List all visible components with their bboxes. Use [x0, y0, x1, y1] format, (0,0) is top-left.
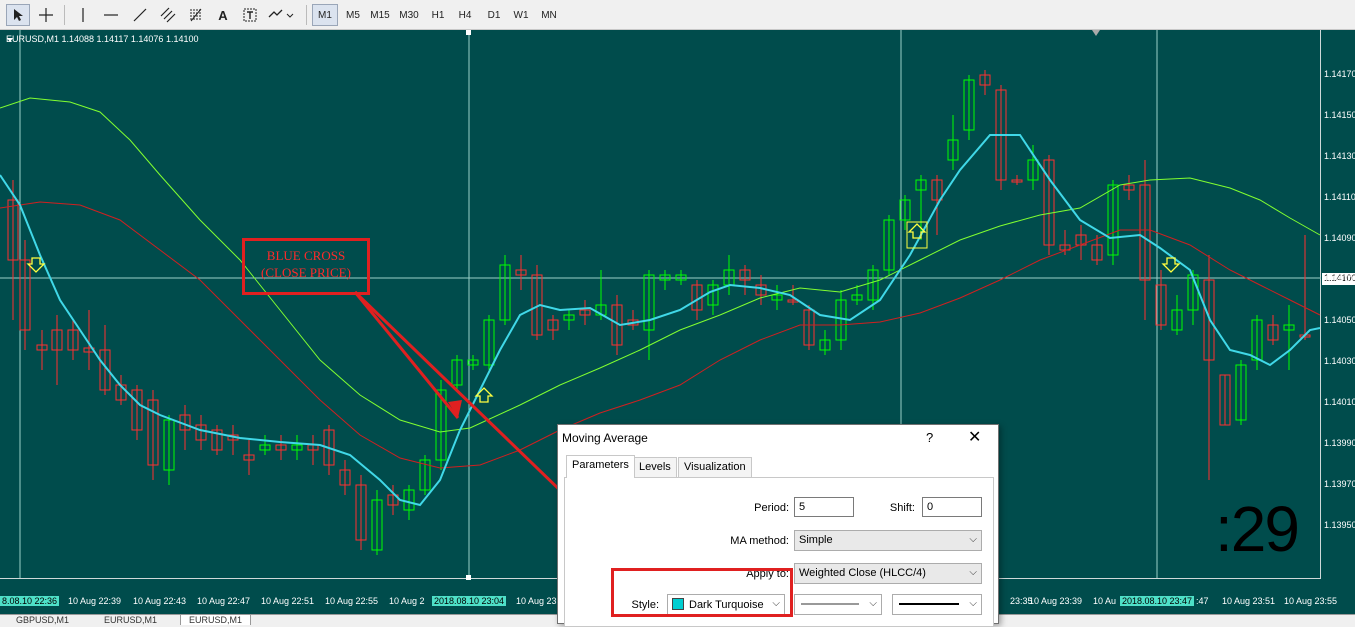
horizontal-line-icon[interactable]: [99, 4, 123, 26]
line-handle[interactable]: [466, 30, 471, 35]
time-axis-label: :47: [1196, 596, 1209, 606]
line-width-preview-icon: [899, 603, 959, 605]
tab-visualization[interactable]: Visualization: [678, 457, 752, 477]
price-axis-label: 1.14130: [1324, 151, 1355, 161]
timeframe-w1[interactable]: W1: [508, 4, 534, 26]
time-axis-label: 10 Aug 23:: [516, 596, 560, 606]
price-axis-label: 1.14150: [1324, 110, 1355, 120]
time-axis-label: 10 Aug 2: [389, 596, 425, 606]
style-color-select[interactable]: Dark Turquoise ⌵: [667, 594, 785, 615]
timeframe-m1[interactable]: M1: [312, 4, 338, 26]
fibonacci-retracement-icon[interactable]: [184, 4, 208, 26]
toolbar: A M1 M5 M15 M30 H1 H4 D1 W1 MN: [0, 0, 1355, 30]
chart-title: EURUSD,M1 1.14088 1.14117 1.14076 1.1410…: [6, 34, 199, 44]
line-handle[interactable]: [466, 575, 471, 580]
arrow-objects-icon[interactable]: [266, 4, 298, 26]
price-axis-label: 1.14090: [1324, 233, 1355, 243]
period-label: Period:: [754, 502, 789, 514]
ma-method-value: Simple: [799, 534, 833, 546]
timeframe-h4[interactable]: H4: [452, 4, 478, 26]
timeframe-m15[interactable]: M15: [367, 4, 393, 26]
shift-label: Shift:: [889, 502, 915, 514]
time-axis-label: 10 Aug 22:55: [325, 596, 379, 606]
price-axis-label: 1.14110: [1324, 192, 1355, 202]
price-axis-label: 1.13990: [1324, 438, 1355, 448]
time-axis-label: 10 Aug 23:55: [1284, 596, 1338, 606]
close-button[interactable]: ✕: [968, 427, 981, 447]
parameters-panel: Period: Shift: MA method: Simple ⌵ Apply…: [564, 477, 994, 627]
time-axis-label: 10 Aug 22:39: [68, 596, 122, 606]
help-button[interactable]: ?: [926, 430, 933, 445]
price-axis-border: [1320, 30, 1321, 578]
tab-levels[interactable]: Levels: [633, 457, 677, 477]
chevron-down-icon: ⌵: [969, 534, 977, 545]
dialog-title: Moving Average: [562, 431, 648, 445]
trendline-icon[interactable]: [128, 4, 152, 26]
price-axis-label: 1.14050: [1324, 315, 1355, 325]
timeframe-m30[interactable]: M30: [396, 4, 422, 26]
apply-to-label: Apply to:: [746, 568, 789, 580]
price-axis-label: 1.14010: [1324, 397, 1355, 407]
time-axis-label: 10 Au: [1093, 596, 1117, 606]
line-style-preview-icon: [801, 603, 859, 605]
shift-input[interactable]: [922, 497, 982, 517]
timeframe-h1[interactable]: H1: [425, 4, 451, 26]
chevron-down-icon: ⌵: [869, 598, 877, 609]
chevron-down-icon: ⌵: [969, 567, 977, 578]
tab-parameters[interactable]: Parameters: [566, 455, 635, 478]
time-axis-label: 8.08.10 22:36: [0, 596, 60, 606]
timeframe-mn[interactable]: MN: [536, 4, 562, 26]
candle-countdown: :29: [1215, 493, 1300, 565]
time-axis-label: 10 Aug 22:51: [261, 596, 315, 606]
time-axis-label: 10 Aug 22:43: [133, 596, 187, 606]
chevron-down-icon: ⌵: [772, 598, 780, 609]
style-color-name: Dark Turquoise: [689, 599, 764, 611]
style-label: Style:: [631, 599, 659, 611]
apply-to-value: Weighted Close (HLCC/4): [799, 567, 926, 579]
period-input[interactable]: [794, 497, 854, 517]
dialog-body: Parameters Levels Visualization Period: …: [564, 455, 994, 627]
time-axis-label: 10 Aug 23:39: [1029, 596, 1083, 606]
text-icon[interactable]: A: [212, 4, 234, 26]
annotation-blue-cross: BLUE CROSS (CLOSE PRICE): [242, 238, 370, 295]
time-axis-label: 10 Aug 22:47: [197, 596, 251, 606]
crosshair-icon[interactable]: [34, 4, 58, 26]
ma-method-select[interactable]: Simple ⌵: [794, 530, 982, 551]
time-axis-label: 2018.08.10 23:04: [432, 596, 507, 606]
timeframe-m5[interactable]: M5: [340, 4, 366, 26]
moving-average-dialog: Moving Average ? ✕ Parameters Levels Vis…: [557, 424, 999, 627]
cursor-icon[interactable]: [6, 4, 30, 26]
vertical-line-icon[interactable]: [72, 4, 94, 26]
apply-to-select[interactable]: Weighted Close (HLCC/4) ⌵: [794, 563, 982, 584]
time-axis-label: 10 Aug 23:51: [1222, 596, 1276, 606]
price-axis-label: 1.13970: [1324, 479, 1355, 489]
line-style-select[interactable]: ⌵: [794, 594, 882, 615]
annotation-line-2: (CLOSE PRICE): [261, 265, 351, 280]
text-label-icon[interactable]: [238, 4, 262, 26]
annotation-line-1: BLUE CROSS: [266, 248, 346, 263]
annotation-arrow: [353, 291, 460, 419]
color-swatch: [672, 598, 684, 610]
price-axis-label: 1.13950: [1324, 520, 1355, 530]
equidistant-channel-icon[interactable]: [156, 4, 180, 26]
chevron-down-icon: ⌵: [969, 598, 977, 609]
slow-ma-line: [0, 97, 1321, 433]
ma-method-label: MA method:: [730, 535, 789, 547]
line-width-select[interactable]: ⌵: [892, 594, 982, 615]
timeframe-d1[interactable]: D1: [481, 4, 507, 26]
price-axis-label: 1.14070: [1324, 274, 1355, 284]
shift-marker-icon: [1092, 30, 1100, 36]
time-axis-label: 2018.08.10 23:47: [1120, 596, 1195, 606]
price-axis-label: 1.14170: [1324, 69, 1355, 79]
price-axis-label: 1.14030: [1324, 356, 1355, 366]
